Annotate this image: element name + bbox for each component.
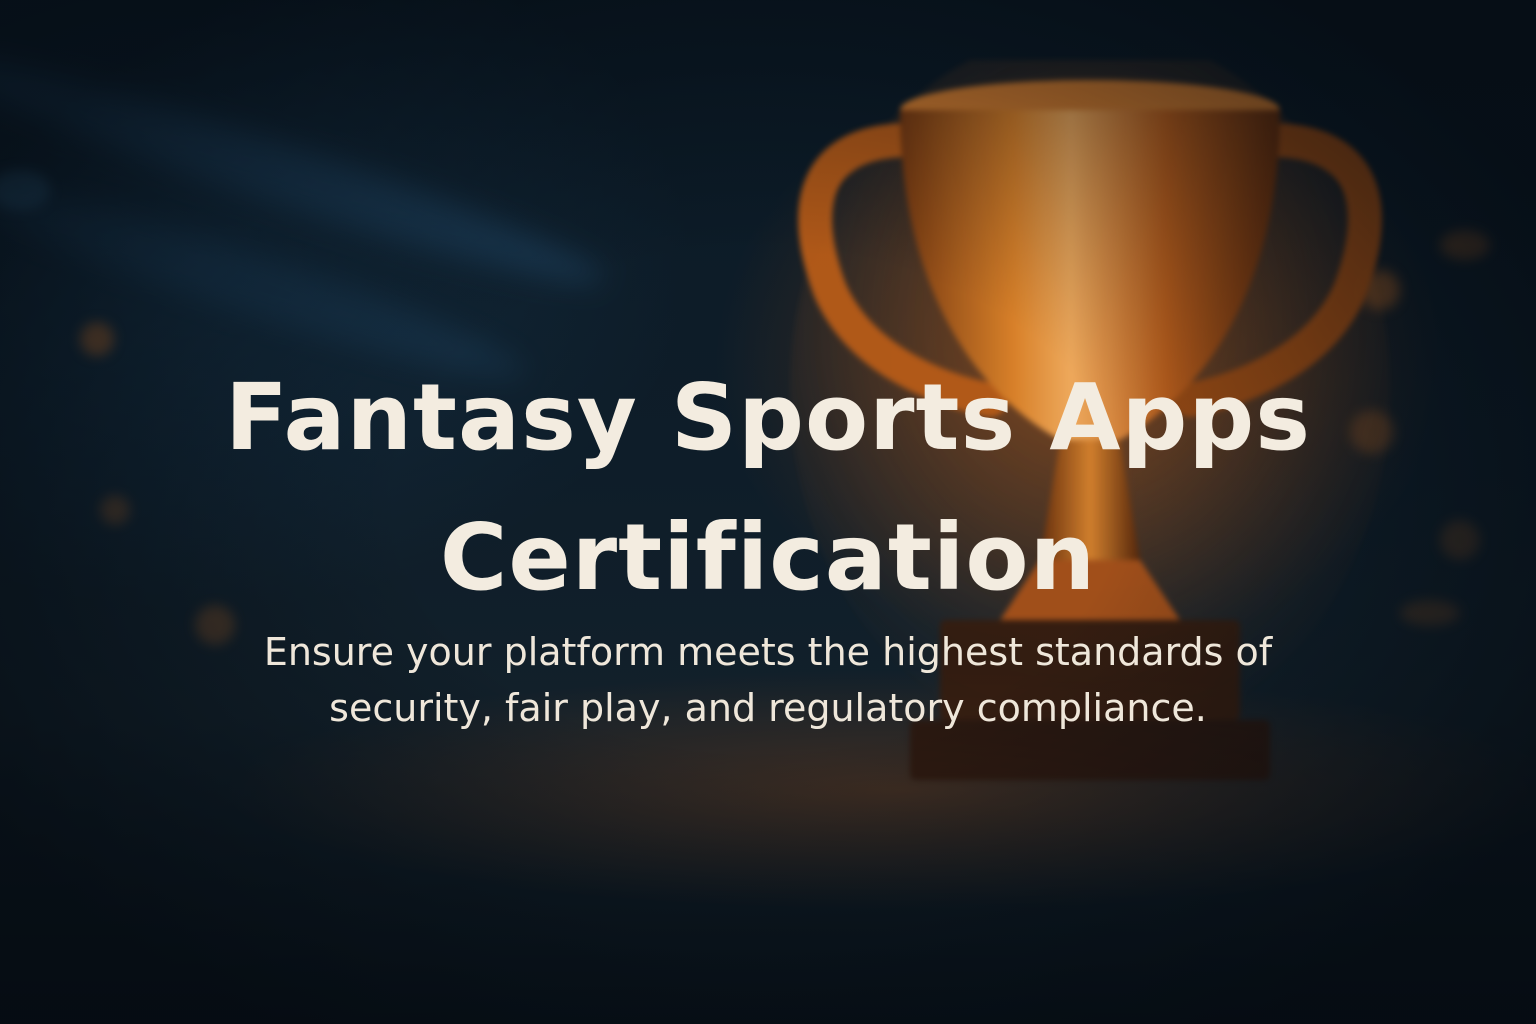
subtitle-line-1: Ensure your platform meets the highest s… — [263, 630, 1273, 674]
bokeh-light — [1440, 230, 1490, 260]
title-line-2: Certification — [439, 504, 1097, 611]
subtitle-line-2: security, fair play, and regulatory comp… — [329, 686, 1207, 730]
hero-banner: Fantasy Sports Apps Certification Ensure… — [0, 0, 1536, 1024]
subtitle: Ensure your platform meets the highest s… — [0, 624, 1536, 736]
title-line-1: Fantasy Sports Apps — [225, 364, 1311, 471]
light-streak — [0, 33, 613, 307]
page-title: Fantasy Sports Apps Certification — [0, 348, 1536, 628]
